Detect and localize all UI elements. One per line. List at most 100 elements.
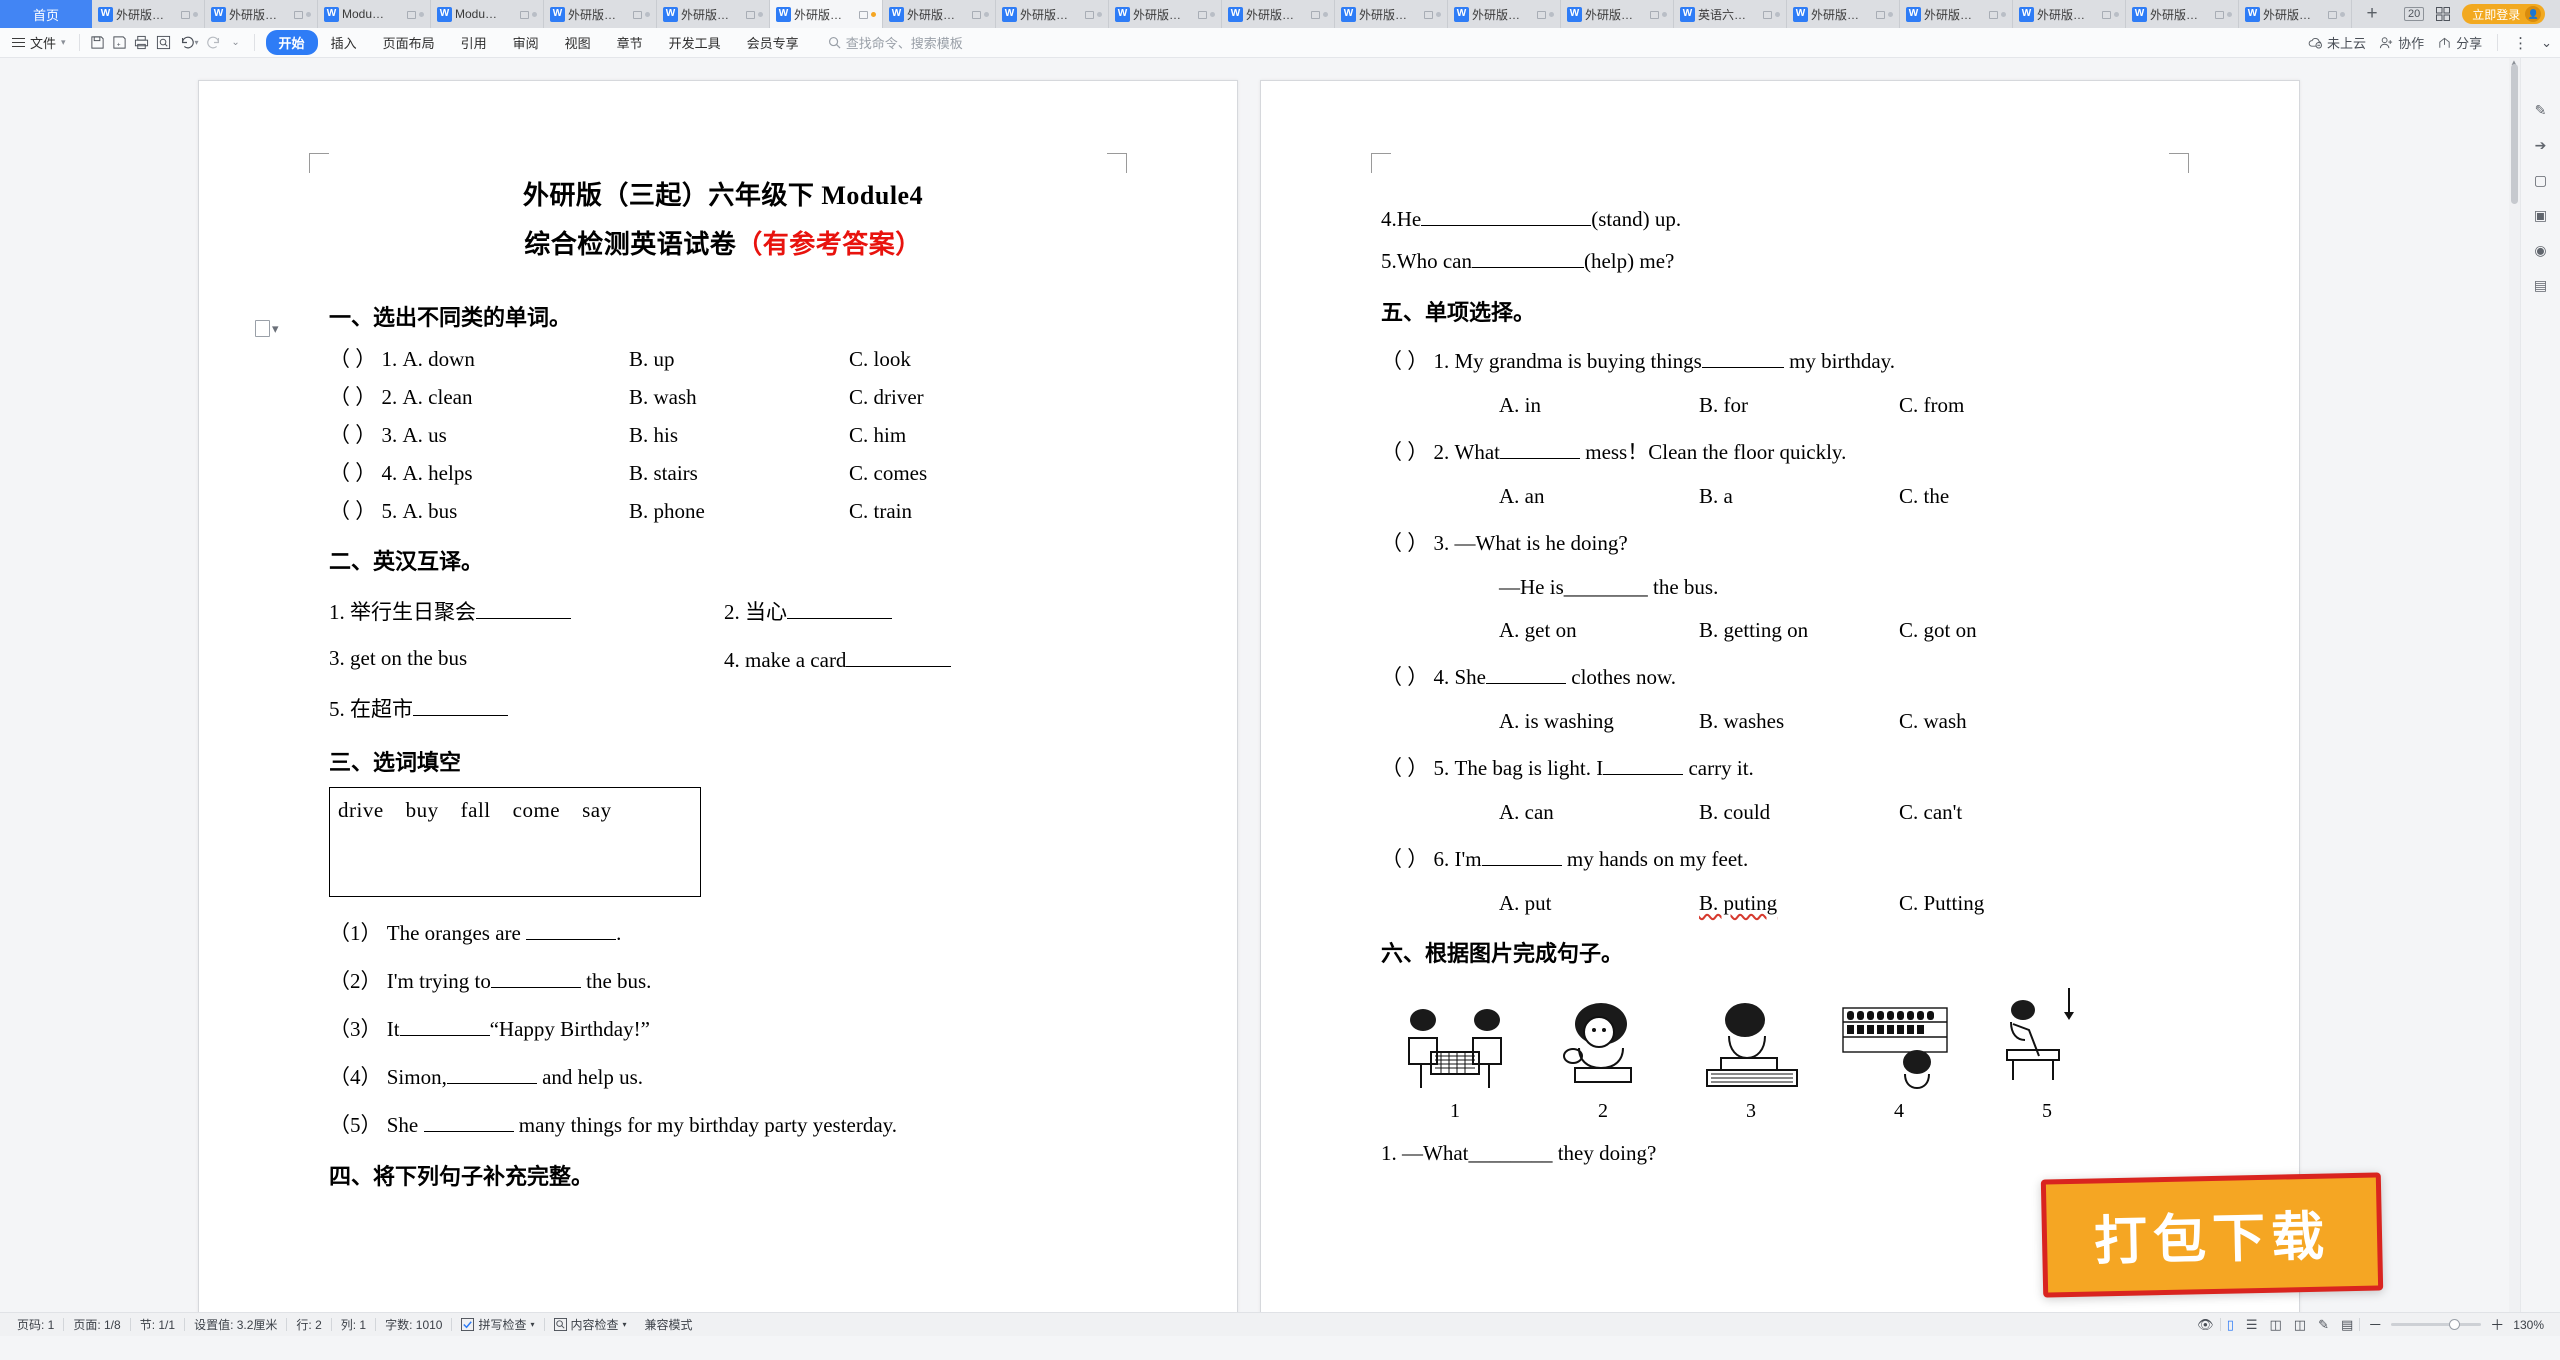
save-as-icon[interactable]: + — [109, 32, 131, 54]
document-tab-17[interactable]: W 外研版… — [1900, 0, 2013, 28]
paste-options-button[interactable]: ▾ — [255, 320, 279, 337]
answer-blank[interactable] — [1486, 663, 1566, 685]
option-1[interactable]: A. an — [1499, 484, 1699, 509]
option-1[interactable]: A. put — [1499, 891, 1699, 916]
document-tab-15[interactable]: W 英语六… — [1674, 0, 1787, 28]
contentcheck-button[interactable]: 内容检查 ▾ — [545, 1316, 636, 1333]
zoom-slider[interactable] — [2391, 1319, 2482, 1330]
ribbon-tab-8[interactable]: 开发工具 — [656, 30, 734, 55]
file-menu-button[interactable]: 文件 ▾ — [8, 33, 72, 52]
document-tab-12[interactable]: W 外研版… — [1335, 0, 1448, 28]
document-tab-20[interactable]: W 外研版… — [2239, 0, 2352, 28]
status-item-4[interactable]: 设置值: 3.2厘米 — [185, 1316, 286, 1333]
status-item-7[interactable]: 字数: 1010 — [376, 1316, 451, 1333]
cursor-tool-icon[interactable]: ➔ — [2535, 137, 2547, 154]
status-item-1[interactable]: 页码: 1 — [8, 1316, 63, 1333]
option-2[interactable]: B. getting on — [1699, 618, 1899, 643]
option-3[interactable]: C. the — [1899, 484, 2099, 509]
document-tab-11[interactable]: W 外研版… — [1222, 0, 1335, 28]
zoom-in-button[interactable]: ＋ — [2490, 1315, 2504, 1335]
tab-count-badge[interactable]: 20 — [2404, 7, 2425, 21]
status-item-2[interactable]: 页面: 1/8 — [64, 1316, 129, 1333]
document-tab-9[interactable]: W 外研版… — [996, 0, 1109, 28]
print-icon[interactable] — [131, 32, 153, 54]
ribbon-tab-5[interactable]: 审阅 — [500, 30, 552, 55]
ribbon-tab-1[interactable]: 开始 — [265, 30, 318, 55]
shapes-tool-icon[interactable]: ▢ — [2534, 172, 2547, 189]
ribbon-tab-4[interactable]: 引用 — [448, 30, 500, 55]
option-2[interactable]: B. could — [1699, 800, 1899, 825]
vertical-scrollbar[interactable]: ▲ ▼ — [2509, 58, 2520, 1336]
option-1[interactable]: A. is washing — [1499, 709, 1699, 734]
document-page-2[interactable]: 4.He (stand) up. 5.Who can (help) me? 五、单项选… — [1260, 80, 2300, 1336]
focus-mode-icon[interactable]: 👁 — [2191, 1317, 2220, 1333]
outline-icon[interactable]: ▤ — [2335, 1317, 2359, 1333]
option-3[interactable]: C. got on — [1899, 618, 2099, 643]
answer-blank[interactable] — [787, 598, 892, 619]
answer-blank[interactable] — [846, 646, 952, 667]
share-button[interactable]: 分享 — [2437, 33, 2482, 52]
spellcheck-button[interactable]: 拼写检查 ▾ — [452, 1316, 543, 1333]
option-2[interactable]: B. washes — [1699, 709, 1899, 734]
grid-icon[interactable] — [2436, 7, 2451, 21]
ribbon-tab-6[interactable]: 视图 — [552, 30, 604, 55]
zoom-slider-knob[interactable] — [2449, 1319, 2461, 1330]
answer-blank[interactable] — [399, 1015, 490, 1036]
option-1[interactable]: A. can — [1499, 800, 1699, 825]
answer-blank[interactable] — [490, 967, 581, 988]
ribbon-tab-3[interactable]: 页面布局 — [370, 30, 448, 55]
document-tab-2[interactable]: W 外研版… — [205, 0, 318, 28]
answer-blank[interactable] — [413, 695, 508, 716]
option-2[interactable]: B. for — [1699, 393, 1899, 418]
pen-tool-icon[interactable]: ✎ — [2535, 102, 2547, 119]
cloud-status-button[interactable]: 未上云 — [2308, 33, 2366, 52]
redo-icon[interactable] — [203, 32, 225, 54]
ribbon-tab-7[interactable]: 章节 — [604, 30, 656, 55]
ribbon-tab-9[interactable]: 会员专享 — [734, 30, 812, 55]
view-web-layout-icon[interactable]: ◫ — [2264, 1317, 2288, 1333]
search-box[interactable]: 查找命令、搜索模板 — [828, 33, 963, 52]
more-options-button[interactable]: ⋮ — [2513, 34, 2528, 52]
print-preview-icon[interactable] — [153, 32, 175, 54]
view-print-layout-icon[interactable]: ▯ — [2221, 1317, 2240, 1333]
highlighter-icon[interactable]: ✎ — [2312, 1317, 2335, 1333]
document-tab-13[interactable]: W 外研版… — [1448, 0, 1561, 28]
option-3[interactable]: C. can't — [1899, 800, 2099, 825]
collapse-ribbon-button[interactable]: ⌄ — [2541, 35, 2552, 51]
option-2[interactable]: B. a — [1699, 484, 1899, 509]
status-item-3[interactable]: 节: 1/1 — [131, 1316, 184, 1333]
document-tab-16[interactable]: W 外研版… — [1787, 0, 1900, 28]
answer-blank[interactable] — [423, 1111, 514, 1133]
answer-blank[interactable] — [1701, 347, 1784, 369]
answer-blank[interactable] — [1481, 845, 1562, 867]
status-item-6[interactable]: 列: 1 — [332, 1316, 375, 1333]
document-tab-8[interactable]: W 外研版… — [883, 0, 996, 28]
option-1[interactable]: A. get on — [1499, 618, 1699, 643]
view-two-page-icon[interactable]: ◫ — [2288, 1317, 2312, 1333]
answer-blank[interactable] — [1421, 205, 1592, 226]
option-3[interactable]: C. Putting — [1899, 891, 2099, 916]
option-2[interactable]: B. puting — [1699, 891, 1899, 916]
document-tab-6[interactable]: W 外研版… — [657, 0, 770, 28]
save-icon[interactable] — [87, 32, 109, 54]
document-tab-3[interactable]: W Modu… — [318, 0, 431, 28]
login-button[interactable]: 立即登录 👤 — [2462, 4, 2546, 24]
answer-blank[interactable] — [1499, 438, 1580, 460]
option-1[interactable]: A. in — [1499, 393, 1699, 418]
document-tab-4[interactable]: W Modu… — [431, 0, 544, 28]
option-3[interactable]: C. wash — [1899, 709, 2099, 734]
status-item-5[interactable]: 行: 2 — [287, 1316, 330, 1333]
panel-tool-icon[interactable]: ▤ — [2534, 277, 2547, 294]
undo-icon[interactable]: ▾ — [175, 32, 203, 54]
scrollbar-thumb[interactable] — [2511, 64, 2518, 204]
locate-tool-icon[interactable]: ◉ — [2534, 242, 2546, 259]
collaborate-button[interactable]: 协作 — [2379, 33, 2424, 52]
answer-blank[interactable] — [526, 919, 617, 940]
document-page-1[interactable]: 外研版（三起）六年级下 Module4 综合检测英语试卷（有参考答案） 一、选出… — [198, 80, 1238, 1336]
document-tab-10[interactable]: W 外研版… — [1109, 0, 1222, 28]
answer-blank[interactable] — [1603, 754, 1684, 776]
document-tab-1[interactable]: W 外研版… — [92, 0, 205, 28]
document-tab-18[interactable]: W 外研版… — [2013, 0, 2126, 28]
view-full-screen-icon[interactable]: ☰ — [2240, 1317, 2264, 1333]
customize-quick-access-icon[interactable]: ⌄ — [225, 32, 247, 54]
